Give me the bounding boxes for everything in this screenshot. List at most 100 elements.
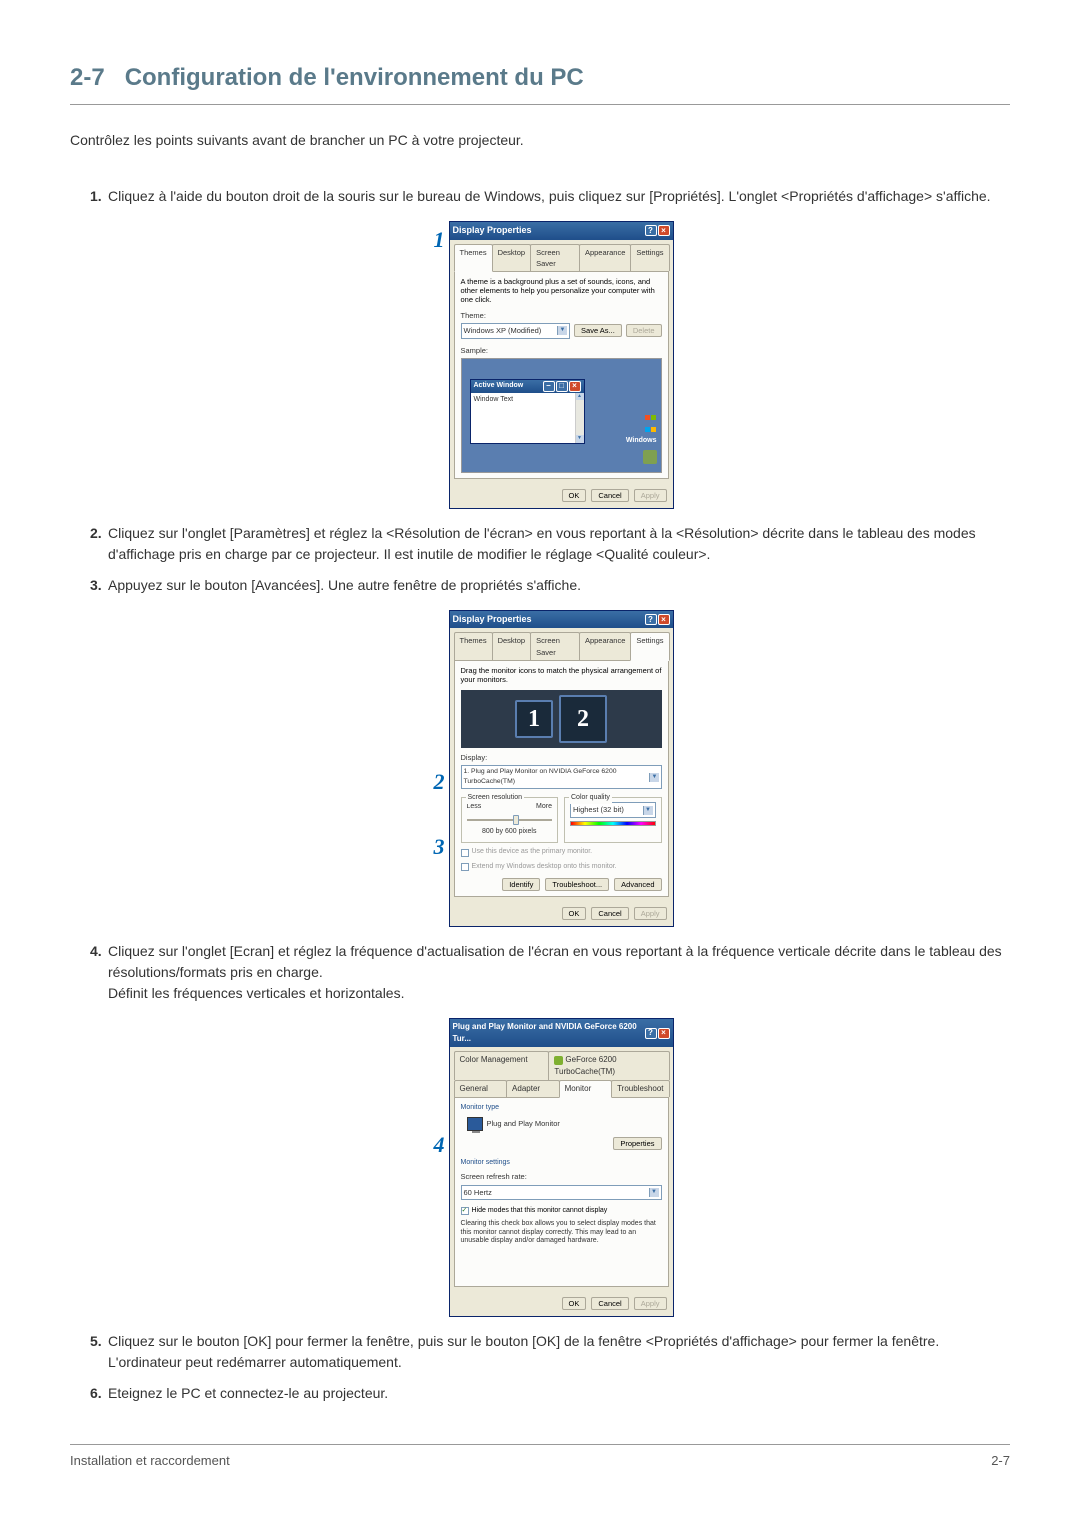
screen-resolution-group: Screen resolution LessMore 800 by 600 pi…: [461, 797, 559, 843]
scrollbar: [575, 393, 584, 443]
help-icon[interactable]: ?: [645, 1028, 657, 1039]
theme-select[interactable]: Windows XP (Modified)▼: [461, 323, 571, 338]
close-icon[interactable]: ×: [658, 614, 670, 625]
section-number: 2-7: [70, 60, 105, 96]
step-1: Cliquez à l'aide du bouton droit de la s…: [90, 186, 1010, 509]
step-6: Eteignez le PC et connectez-le au projec…: [90, 1383, 1010, 1404]
close-icon[interactable]: ×: [658, 225, 670, 236]
tab-appearance[interactable]: Appearance: [579, 244, 631, 272]
extend-desktop-checkbox: Extend my Windows desktop onto this moni…: [461, 862, 662, 873]
dialog-title: Display Properties: [453, 224, 532, 238]
tab-themes[interactable]: Themes: [454, 632, 493, 660]
troubleshoot-button[interactable]: Troubleshoot...: [545, 878, 609, 891]
color-quality-select[interactable]: Highest (32 bit)▼: [570, 802, 656, 817]
settings-description: Drag the monitor icons to match the phys…: [461, 666, 662, 684]
step-5: Cliquez sur le bouton [OK] pour fermer l…: [90, 1331, 1010, 1373]
minimize-icon: –: [543, 381, 555, 392]
save-as-button[interactable]: Save As...: [574, 324, 622, 337]
tab-general[interactable]: General: [454, 1080, 508, 1097]
titlebar[interactable]: Display Properties ? ×: [450, 611, 673, 629]
callout-2: 2: [425, 765, 445, 798]
sample-label: Sample:: [461, 345, 662, 356]
use-primary-checkbox: Use this device as the primary monitor.: [461, 847, 662, 858]
monitor-settings-label: Monitor settings: [461, 1158, 662, 1169]
monitor-type-value: Plug and Play Monitor: [487, 1118, 560, 1129]
resolution-slider[interactable]: [467, 815, 553, 825]
callout-3: 3: [425, 830, 445, 863]
properties-button[interactable]: Properties: [613, 1137, 661, 1150]
nvidia-icon: [554, 1056, 563, 1065]
theme-label: Theme:: [461, 310, 662, 321]
step-2: Cliquez sur l'onglet [Paramètres] et rég…: [90, 523, 1010, 565]
step-3: Appuyez sur le bouton [Avancées]. Une au…: [90, 575, 1010, 928]
apply-button: Apply: [634, 1297, 667, 1310]
sample-preview: Active Window – □ × Window Text: [461, 358, 662, 473]
chevron-down-icon: ▼: [557, 326, 567, 335]
color-preview: [570, 821, 656, 826]
close-icon[interactable]: ×: [658, 1028, 670, 1039]
dialog-title: Display Properties: [453, 613, 532, 627]
window-text: Window Text: [474, 396, 514, 403]
dialog-display-properties-settings: Display Properties ? × Themes Desktop Sc…: [449, 610, 674, 928]
titlebar[interactable]: Display Properties ? ×: [450, 222, 673, 240]
steps-list: Cliquez à l'aide du bouton droit de la s…: [70, 186, 1010, 1404]
maximize-icon: □: [556, 381, 568, 392]
tab-themes[interactable]: Themes: [454, 244, 493, 273]
monitor-arrangement[interactable]: 1 2: [461, 690, 662, 748]
monitor-1-icon[interactable]: 1: [515, 700, 553, 738]
tab-settings[interactable]: Settings: [630, 632, 669, 661]
recycle-bin-icon: [643, 450, 657, 464]
ok-button[interactable]: OK: [562, 489, 587, 502]
ok-button[interactable]: OK: [562, 1297, 587, 1310]
refresh-rate-label: Screen refresh rate:: [461, 1171, 662, 1182]
monitor-2-icon[interactable]: 2: [559, 695, 607, 743]
themes-description: A theme is a background plus a set of so…: [461, 277, 662, 304]
tab-color-management[interactable]: Color Management: [454, 1051, 550, 1080]
tab-desktop[interactable]: Desktop: [492, 632, 532, 660]
refresh-rate-select[interactable]: 60 Hertz▼: [461, 1185, 662, 1200]
display-select[interactable]: 1. Plug and Play Monitor on NVIDIA GeFor…: [461, 765, 662, 789]
tab-troubleshoot[interactable]: Troubleshoot: [611, 1080, 669, 1097]
color-quality-group: Color quality Highest (32 bit)▼: [564, 797, 662, 843]
step-4: Cliquez sur l'onglet [Ecran] et réglez l…: [90, 941, 1010, 1317]
titlebar[interactable]: Plug and Play Monitor and NVIDIA GeForce…: [450, 1019, 673, 1047]
chevron-down-icon: ▼: [649, 773, 658, 782]
windows-flag-icon: [645, 412, 657, 424]
callout-1: 1: [425, 223, 445, 256]
cancel-button[interactable]: Cancel: [591, 907, 628, 920]
page-footer: Installation et raccordement 2-7: [70, 1445, 1010, 1471]
footer-right: 2-7: [991, 1451, 1010, 1471]
tab-screensaver[interactable]: Screen Saver: [530, 244, 580, 272]
monitor-type-label: Monitor type: [461, 1103, 662, 1114]
close-icon: ×: [569, 381, 581, 392]
monitor-icon: [467, 1117, 483, 1131]
tab-desktop[interactable]: Desktop: [492, 244, 532, 272]
ok-button[interactable]: OK: [562, 907, 587, 920]
apply-button: Apply: [634, 907, 667, 920]
dialog-display-properties-themes: Display Properties ? × Themes Desktop Sc…: [449, 221, 674, 509]
checkbox-checked-icon: [461, 1207, 469, 1215]
hide-modes-checkbox[interactable]: Hide modes that this monitor cannot disp…: [461, 1206, 662, 1217]
tab-monitor[interactable]: Monitor: [559, 1080, 613, 1098]
help-icon[interactable]: ?: [645, 225, 657, 236]
tab-geforce[interactable]: GeForce 6200 TurboCache(TM): [548, 1051, 669, 1080]
callout-4: 4: [425, 1128, 445, 1161]
chevron-down-icon: ▼: [649, 1188, 659, 1197]
section-title: Configuration de l'environnement du PC: [125, 60, 584, 96]
intro-text: Contrôlez les points suivants avant de b…: [70, 130, 1010, 151]
advanced-button[interactable]: Advanced: [614, 878, 661, 891]
tab-settings[interactable]: Settings: [630, 244, 669, 272]
cancel-button[interactable]: Cancel: [591, 1297, 628, 1310]
footer-left: Installation et raccordement: [70, 1451, 230, 1471]
tab-appearance[interactable]: Appearance: [579, 632, 631, 660]
help-icon[interactable]: ?: [645, 614, 657, 625]
cancel-button[interactable]: Cancel: [591, 489, 628, 502]
windows-brand: Windows: [626, 436, 657, 447]
identify-button[interactable]: Identify: [502, 878, 540, 891]
tab-adapter[interactable]: Adapter: [506, 1080, 560, 1097]
apply-button: Apply: [634, 489, 667, 502]
chevron-down-icon: ▼: [643, 806, 653, 815]
resolution-value: 800 by 600 pixels: [467, 827, 553, 838]
tab-screensaver[interactable]: Screen Saver: [530, 632, 580, 660]
dialog-monitor-properties: Plug and Play Monitor and NVIDIA GeForce…: [449, 1018, 674, 1317]
